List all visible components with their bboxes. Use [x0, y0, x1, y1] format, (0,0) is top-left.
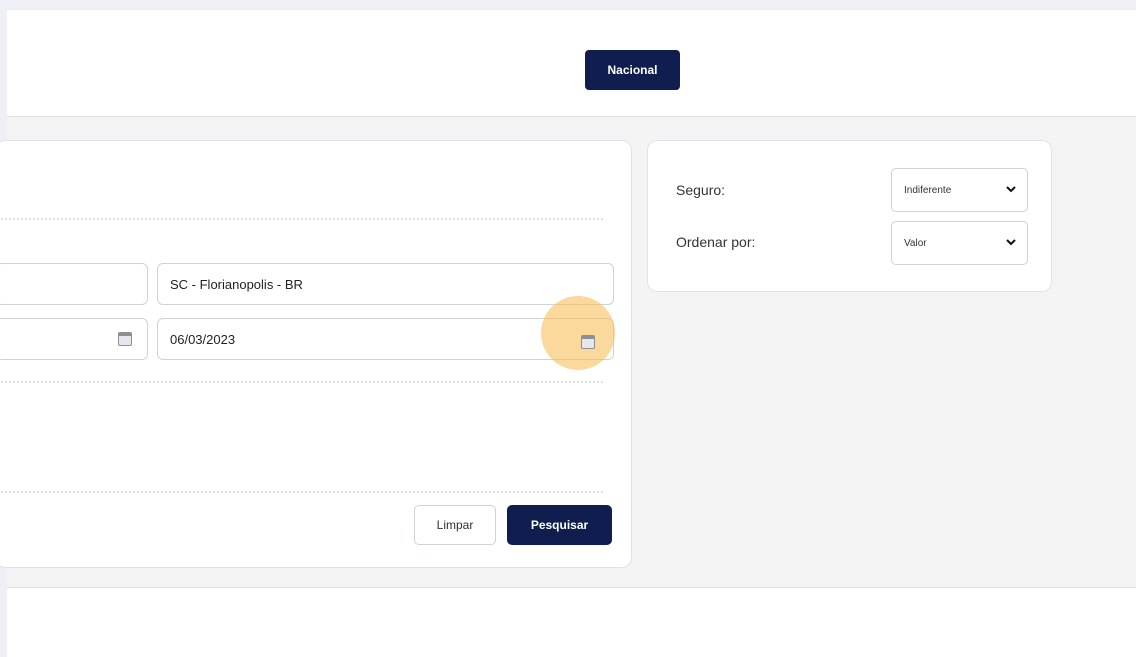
sort-by-label: Ordenar por: — [676, 234, 756, 250]
sort-by-selected-value: Valor — [904, 237, 927, 249]
tab-nacional[interactable]: Nacional — [585, 50, 680, 90]
filters-card: Seguro: Indiferente Ordenar por: Valor — [647, 140, 1052, 292]
departure-date-field[interactable] — [0, 318, 148, 360]
click-highlight — [541, 296, 615, 370]
divider — [0, 381, 603, 383]
divider — [0, 218, 603, 220]
chevron-down-icon — [1006, 186, 1016, 193]
sort-by-select[interactable]: Valor — [891, 221, 1028, 265]
search-card: SC - Florianopolis - BR 06/03/2023 — [0, 140, 632, 568]
origin-field[interactable] — [0, 263, 148, 305]
calendar-icon[interactable] — [118, 332, 132, 346]
search-button[interactable]: Pesquisar — [507, 505, 612, 545]
insurance-label: Seguro: — [676, 182, 726, 198]
divider — [0, 491, 603, 493]
return-date-value: 06/03/2023 — [170, 331, 236, 347]
insurance-selected-value: Indiferente — [904, 184, 952, 196]
clear-button[interactable]: Limpar — [414, 505, 496, 545]
app-frame: Nacional SC - Florianopolis - BR 06/03/2… — [0, 10, 1136, 657]
calendar-icon[interactable] — [581, 335, 595, 349]
insurance-select[interactable]: Indiferente — [891, 168, 1028, 212]
destination-field[interactable]: SC - Florianopolis - BR — [157, 263, 614, 305]
results-area — [7, 588, 1136, 657]
chevron-down-icon — [1006, 239, 1016, 246]
top-bar: Nacional — [7, 10, 1136, 117]
